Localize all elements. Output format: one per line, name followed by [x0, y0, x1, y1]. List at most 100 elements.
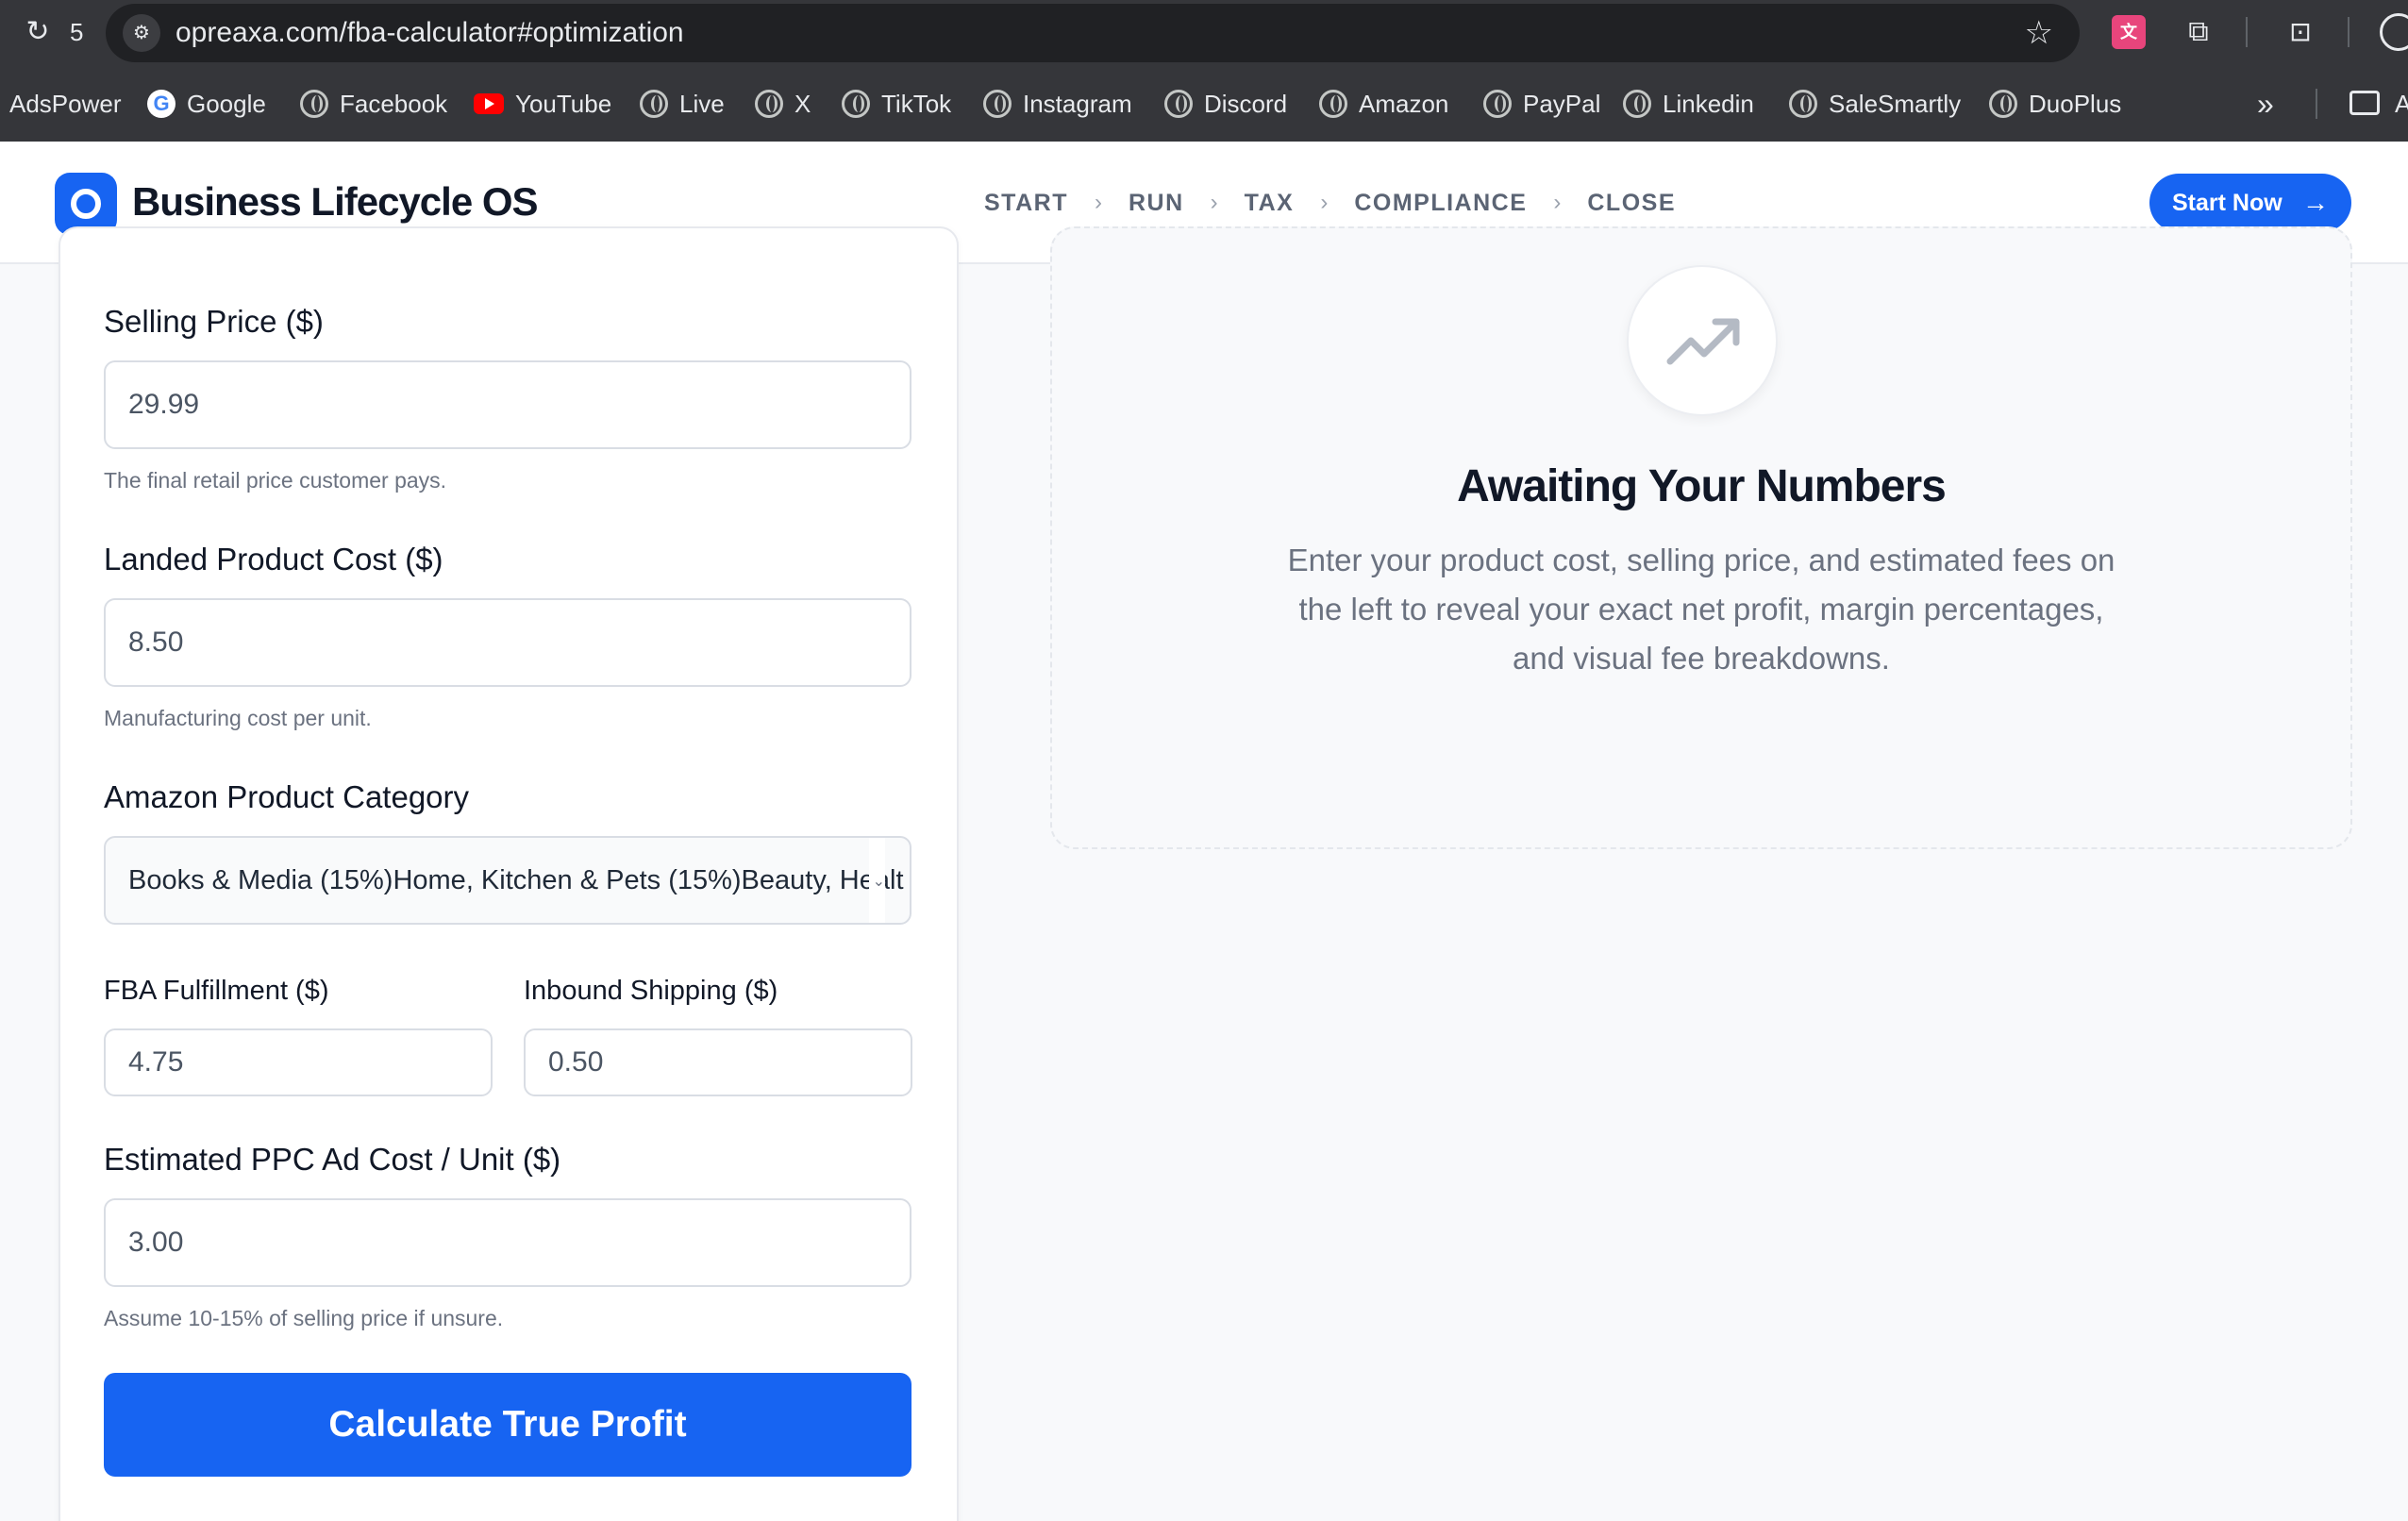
globe-icon [983, 90, 1012, 118]
fba-fulfillment-label: FBA Fulfillment ($) [104, 976, 329, 1006]
bookmark-linkedin[interactable]: Linkedin [1623, 77, 1754, 130]
bookmark-instagram[interactable]: Instagram [983, 77, 1132, 130]
chevron-right-icon: › [1320, 190, 1329, 215]
category-select[interactable]: Books & Media (15%)Home, Kitchen & Pets … [104, 836, 911, 925]
step-run[interactable]: RUN [1129, 190, 1184, 217]
bookmark-salesmartly[interactable]: SaleSmartly [1789, 77, 1961, 130]
ppc-cost-label: Estimated PPC Ad Cost / Unit ($) [104, 1142, 561, 1177]
category-selected-value: Books & Media (15%)Home, Kitchen & Pets … [128, 864, 904, 895]
reload-icon[interactable]: ↻ [21, 15, 55, 49]
browser-chrome: ↻ 5 ⚙ opreaxa.com/fba-calculator#optimiz… [0, 0, 2408, 142]
toolbar-divider [2348, 17, 2349, 47]
bookmark-label: Amazon [1359, 89, 1449, 118]
bookmarks-divider [2316, 89, 2317, 119]
step-compliance[interactable]: COMPLIANCE [1354, 190, 1527, 217]
profile-icon[interactable] [2380, 13, 2408, 51]
translate-extension-icon[interactable]: 文 [2112, 15, 2146, 49]
bookmark-google[interactable]: G Google [147, 77, 266, 130]
landed-cost-hint: Manufacturing cost per unit. [104, 706, 372, 730]
inbound-shipping-value: 0.50 [548, 1046, 604, 1078]
cast-search-icon[interactable]: ⊡ [2280, 13, 2321, 51]
bookmark-label: YouTube [515, 89, 612, 118]
globe-icon [1483, 90, 1512, 118]
globe-icon [1989, 90, 2017, 118]
url-text[interactable]: opreaxa.com/fba-calculator#optimization [176, 4, 684, 62]
arrow-right-icon: → [2302, 188, 2329, 217]
bookmark-tiktok[interactable]: TikTok [842, 77, 951, 130]
trending-up-icon [1666, 318, 1740, 365]
calculate-profit-button[interactable]: Calculate True Profit [104, 1373, 911, 1477]
bookmarks-overflow-icon[interactable]: » [2257, 77, 2274, 130]
folder-icon[interactable] [2349, 91, 2380, 115]
bookmark-label: SaleSmartly [1829, 89, 1962, 118]
bookmark-label: X [794, 89, 811, 118]
bookmarks-bar: AdsPower G Google Facebook YouTube Live X… [0, 77, 2408, 130]
inbound-shipping-label: Inbound Shipping ($) [524, 976, 778, 1006]
bookmark-amazon[interactable]: Amazon [1319, 77, 1448, 130]
brand-name[interactable]: Business Lifecycle OS [132, 179, 539, 225]
bookmark-x[interactable]: X [755, 77, 811, 130]
bookmark-label: PayPal [1523, 89, 1601, 118]
bookmark-youtube[interactable]: YouTube [474, 77, 611, 130]
chevron-down-icon: ⌄ [868, 838, 885, 923]
ppc-cost-hint: Assume 10-15% of selling price if unsure… [104, 1306, 504, 1330]
selling-price-value: 29.99 [128, 389, 200, 420]
bookmark-label: Facebook [340, 89, 448, 118]
inbound-shipping-input[interactable]: 0.50 [524, 1028, 912, 1096]
selling-price-hint: The final retail price customer pays. [104, 468, 447, 493]
omnibox[interactable]: ⚙ opreaxa.com/fba-calculator#optimizatio… [106, 4, 2080, 62]
address-bar-row: ↻ 5 ⚙ opreaxa.com/fba-calculator#optimiz… [0, 0, 2408, 66]
bookmark-label: Linkedin [1663, 89, 1754, 118]
bookmark-label: Live [679, 89, 725, 118]
bookmark-discord[interactable]: Discord [1164, 77, 1287, 130]
toolbar-divider [2246, 17, 2248, 47]
globe-icon [300, 90, 328, 118]
extensions-puzzle-icon[interactable]: ⧉ [2180, 13, 2217, 51]
bookmark-paypal[interactable]: PayPal [1483, 77, 1600, 130]
step-start[interactable]: START [984, 190, 1068, 217]
ppc-cost-value: 3.00 [128, 1227, 184, 1258]
landed-cost-value: 8.50 [128, 627, 184, 658]
bookmark-label: Google [187, 89, 266, 118]
bookmark-label: TikTok [881, 89, 952, 118]
step-tax[interactable]: TAX [1245, 190, 1295, 217]
bookmark-label: Instagram [1023, 89, 1132, 118]
chevron-right-icon: › [1553, 190, 1562, 215]
ppc-cost-input[interactable]: 3.00 [104, 1198, 911, 1287]
awaiting-description: Enter your product cost, selling price, … [1287, 543, 2115, 676]
site-info-icon[interactable]: ⚙ [123, 14, 160, 52]
chevron-right-icon: › [1094, 190, 1102, 215]
bookmark-label: Discord [1204, 89, 1288, 118]
selling-price-label: Selling Price ($) [104, 304, 324, 339]
bookmark-star-icon[interactable]: ☆ [2025, 13, 2053, 53]
step-close[interactable]: CLOSE [1587, 190, 1676, 217]
google-icon: G [147, 90, 176, 118]
tab-count[interactable]: 5 [70, 15, 83, 49]
globe-icon [755, 90, 783, 118]
fba-fulfillment-value: 4.75 [128, 1046, 184, 1078]
bookmark-folder-label[interactable]: A [2395, 77, 2408, 130]
selling-price-input[interactable]: 29.99 [104, 360, 911, 449]
bookmark-duoplus[interactable]: DuoPlus [1989, 77, 2121, 130]
trend-badge [1627, 265, 1778, 416]
category-label: Amazon Product Category [104, 779, 470, 814]
bookmark-label: DuoPlus [2029, 89, 2122, 118]
bookmark-live[interactable]: Live [640, 77, 725, 130]
awaiting-title: Awaiting Your Numbers [1457, 461, 1947, 511]
globe-icon [1789, 90, 1817, 118]
globe-icon [640, 90, 668, 118]
globe-icon [1319, 90, 1347, 118]
globe-icon [842, 90, 870, 118]
globe-icon [1164, 90, 1193, 118]
bookmark-label: AdsPower [9, 89, 122, 118]
landed-cost-label: Landed Product Cost ($) [104, 542, 443, 577]
start-now-label: Start Now [2172, 190, 2283, 216]
landed-cost-input[interactable]: 8.50 [104, 598, 911, 687]
fba-fulfillment-input[interactable]: 4.75 [104, 1028, 493, 1096]
globe-icon [1623, 90, 1651, 118]
bookmark-facebook[interactable]: Facebook [300, 77, 447, 130]
chevron-right-icon: › [1210, 190, 1218, 215]
start-now-button[interactable]: Start Now → [2149, 174, 2351, 232]
youtube-icon [474, 93, 504, 114]
bookmark-adspower[interactable]: AdsPower [9, 77, 122, 130]
